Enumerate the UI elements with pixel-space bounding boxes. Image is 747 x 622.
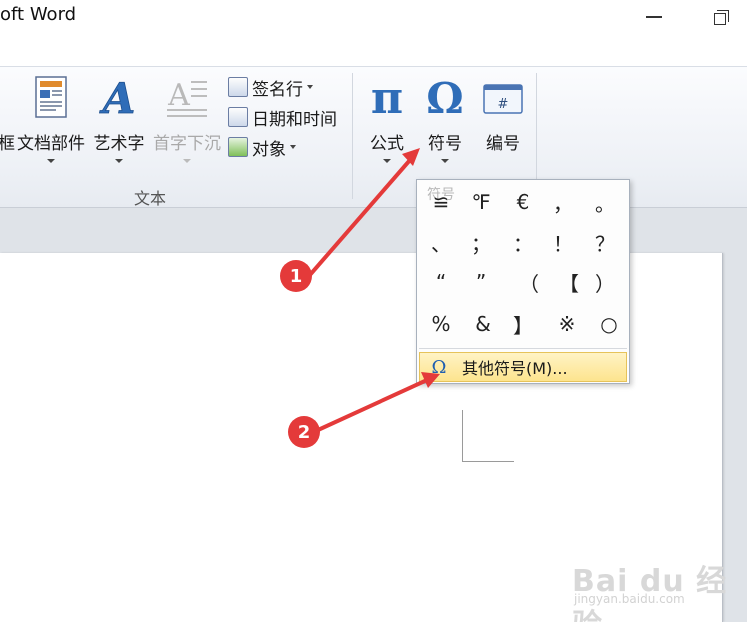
ribbon: 框 文档部件 A 艺术字 A 首字下沉 签名行 日期和时间 对象 文本 π 公式… [0,66,747,208]
pi-icon: π [371,73,403,124]
object-item[interactable]: 对象 [228,134,296,160]
omega-icon: Ω [431,356,447,378]
symbol-cell[interactable]: ） [585,262,625,302]
step-1-badge: 1 [280,260,312,292]
equation-button[interactable]: π 公式 [362,73,412,163]
more-symbols-label: 其他符号(M)... [462,359,568,378]
equation-dropdown-arrow[interactable] [383,159,391,163]
svg-text:#: # [498,97,509,112]
symbol-cell[interactable]: € [503,182,543,222]
symbol-cell[interactable]: ○ [589,304,629,344]
restore-button[interactable] [714,10,730,26]
symbol-cell[interactable]: 。 [585,182,625,222]
text-box-icon [0,75,12,117]
signature-line-dropdown-arrow[interactable] [307,85,313,89]
drop-cap-icon: A [167,78,207,117]
symbol-cell[interactable]: ： [503,222,543,262]
object-icon [228,137,248,157]
symbol-cell[interactable]: 】 [503,304,543,344]
number-button[interactable]: # 编号 [478,75,528,154]
date-time-icon [228,107,248,127]
symbol-cell[interactable]: 【 [549,262,589,302]
quick-parts-button[interactable]: 文档部件 [14,75,88,163]
object-dropdown-arrow[interactable] [290,145,296,149]
title-bar: oft Word [0,0,747,36]
more-symbols-item[interactable]: Ω 其他符号(M)... [419,352,627,382]
signature-line-icon [228,77,248,97]
signature-line-item[interactable]: 签名行 [228,74,313,100]
svg-text:A: A [99,75,135,119]
symbol-cell[interactable]: （ [509,262,549,302]
symbol-cell[interactable]: ？ [585,222,625,262]
wordart-icon: A [98,74,135,124]
symbol-cell[interactable]: % [421,304,461,344]
watermark-logo: Bai du 经验 [572,564,728,622]
wordart-dropdown-arrow[interactable] [115,159,123,163]
symbol-button[interactable]: Ω 符号 [418,74,472,163]
date-time-item[interactable]: 日期和时间 [228,104,337,130]
symbol-dropdown-arrow[interactable] [441,159,449,163]
symbol-cell[interactable]: ” [461,262,501,302]
drop-cap-dropdown-arrow[interactable] [183,159,191,163]
symbol-cell[interactable]: “ [421,262,461,302]
svg-text:A: A [167,78,190,113]
step-2-badge: 2 [288,416,320,448]
svg-text:π: π [371,75,403,119]
svg-text:Ω: Ω [426,75,463,119]
group-separator [352,73,353,199]
text-box-button[interactable]: 框 [0,75,15,154]
margin-corner-mark [462,461,514,462]
window-title: oft Word [0,4,77,25]
symbol-cell[interactable]: ※ [547,304,587,344]
quick-parts-dropdown-arrow[interactable] [47,159,55,163]
menu-separator [419,348,627,349]
quick-parts-icon [35,76,67,118]
symbol-cell[interactable]: ！ [543,222,583,262]
minimize-button[interactable] [646,16,662,18]
symbol-cell[interactable]: ≌ [421,182,461,222]
drop-cap-button[interactable]: A 首字下沉 [150,75,224,163]
number-icon: # [483,84,523,114]
symbol-cell[interactable]: 、 [421,222,461,262]
symbol-cell[interactable]: & [463,304,503,344]
group-label-text: 文本 [134,189,167,208]
wordart-button[interactable]: A 艺术字 [90,74,148,163]
omega-icon: Ω [426,74,463,123]
watermark-url: jingyan.baidu.com [574,592,685,606]
symbol-dropdown-menu: 符号 ≌ ℉ € ， 。 、 ； ： ！ ？ “ ” （ 【 ） % & 】 ※… [416,179,630,384]
symbol-cell[interactable]: ℉ [461,182,501,222]
margin-corner-mark [462,410,463,462]
symbol-cell[interactable]: ； [461,222,501,262]
symbol-cell[interactable]: ， [543,182,583,222]
